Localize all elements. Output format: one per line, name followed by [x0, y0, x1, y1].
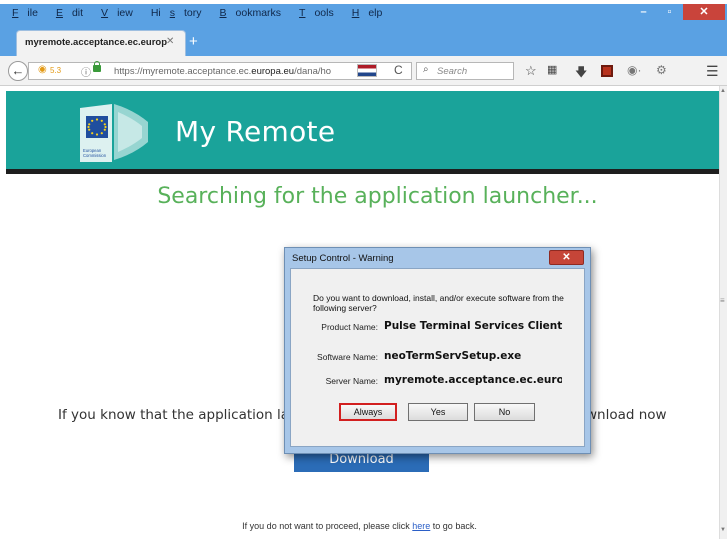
- menu-view[interactable]: View: [93, 4, 143, 24]
- search-icon: ⌕: [423, 64, 429, 75]
- scroll-up-arrow-icon[interactable]: ▲: [720, 88, 726, 94]
- scroll-grip-icon[interactable]: ≡: [720, 296, 725, 305]
- maximize-button[interactable]: ▫: [657, 4, 682, 20]
- menu-bar: File Edit View Hi s tory Bookmarks Tools H…: [4, 4, 392, 24]
- always-button[interactable]: Always: [339, 403, 397, 421]
- no-button[interactable]: No: [474, 403, 535, 421]
- vertical-scrollbar[interactable]: [719, 86, 727, 539]
- dialog-close-button[interactable]: ✕: [549, 250, 584, 265]
- addon-icon[interactable]: [601, 65, 613, 77]
- scroll-down-arrow-icon[interactable]: ▼: [720, 527, 726, 533]
- menu-tools[interactable]: Tools: [291, 4, 344, 24]
- menu-help[interactable]: Help: [344, 4, 393, 24]
- extension-icon[interactable]: ◉: [38, 64, 47, 75]
- window-controls: – ▫ ✕: [631, 4, 725, 22]
- minimize-button[interactable]: –: [631, 4, 656, 20]
- site-title: My Remote: [175, 115, 336, 148]
- go-back-link[interactable]: here: [412, 521, 430, 531]
- menu-icon[interactable]: ☰: [706, 63, 719, 80]
- logo-line2: Commission: [83, 153, 107, 158]
- menu-bookmarks[interactable]: Bookmarks: [212, 4, 292, 24]
- search-placeholder: Search: [437, 66, 468, 77]
- dialog-question: Do you want to download, install, and/or…: [313, 293, 564, 313]
- menu-edit[interactable]: Edit: [48, 4, 93, 24]
- star-icon[interactable]: ☆: [525, 63, 537, 79]
- shield-icon[interactable]: ⚙: [656, 63, 667, 77]
- browser-tab[interactable]: myremote.acceptance.ec.europ: [16, 30, 186, 56]
- yes-button[interactable]: Yes: [408, 403, 468, 421]
- new-tab-button[interactable]: +: [189, 33, 198, 50]
- banner-divider: [6, 169, 719, 174]
- download-icon[interactable]: 🡇: [575, 63, 587, 84]
- extension-badge: 5.3: [50, 66, 62, 75]
- netherlands-flag-icon[interactable]: [357, 64, 377, 77]
- pocket-icon[interactable]: ◉·: [627, 63, 641, 77]
- clipboard-icon[interactable]: ▦: [547, 63, 557, 76]
- back-button[interactable]: ←: [8, 61, 28, 81]
- product-name-value: Pulse Terminal Services Client: [384, 320, 563, 332]
- dialog-title: Setup Control - Warning: [292, 253, 394, 264]
- page-heading: Searching for the application launcher..…: [157, 184, 598, 209]
- european-commission-logo: European Commission: [80, 104, 148, 162]
- menu-history[interactable]: Hi s tory: [143, 4, 212, 24]
- url-text[interactable]: https://myremote.acceptance.ec.europa.eu…: [114, 66, 350, 77]
- server-name-label: Server Name:: [325, 376, 378, 386]
- software-name-label: Software Name:: [317, 352, 378, 362]
- site-info-icon[interactable]: ⓘ: [81, 64, 91, 79]
- server-name-value: myremote.acceptance.ec.europa.eu: [384, 374, 562, 386]
- tab-close-icon[interactable]: ✕: [166, 36, 174, 47]
- software-name-value: neoTermServSetup.exe: [384, 350, 522, 362]
- menu-file[interactable]: File: [4, 4, 48, 24]
- lock-icon[interactable]: [93, 61, 101, 72]
- info-text-tail: wnload now: [586, 407, 667, 423]
- close-window-button[interactable]: ✕: [683, 4, 725, 20]
- info-text: If you know that the application la: [58, 407, 290, 423]
- reload-button[interactable]: C: [394, 63, 403, 77]
- product-name-label: Product Name:: [321, 322, 378, 332]
- go-back-notice: If you do not want to proceed, please cl…: [242, 521, 477, 531]
